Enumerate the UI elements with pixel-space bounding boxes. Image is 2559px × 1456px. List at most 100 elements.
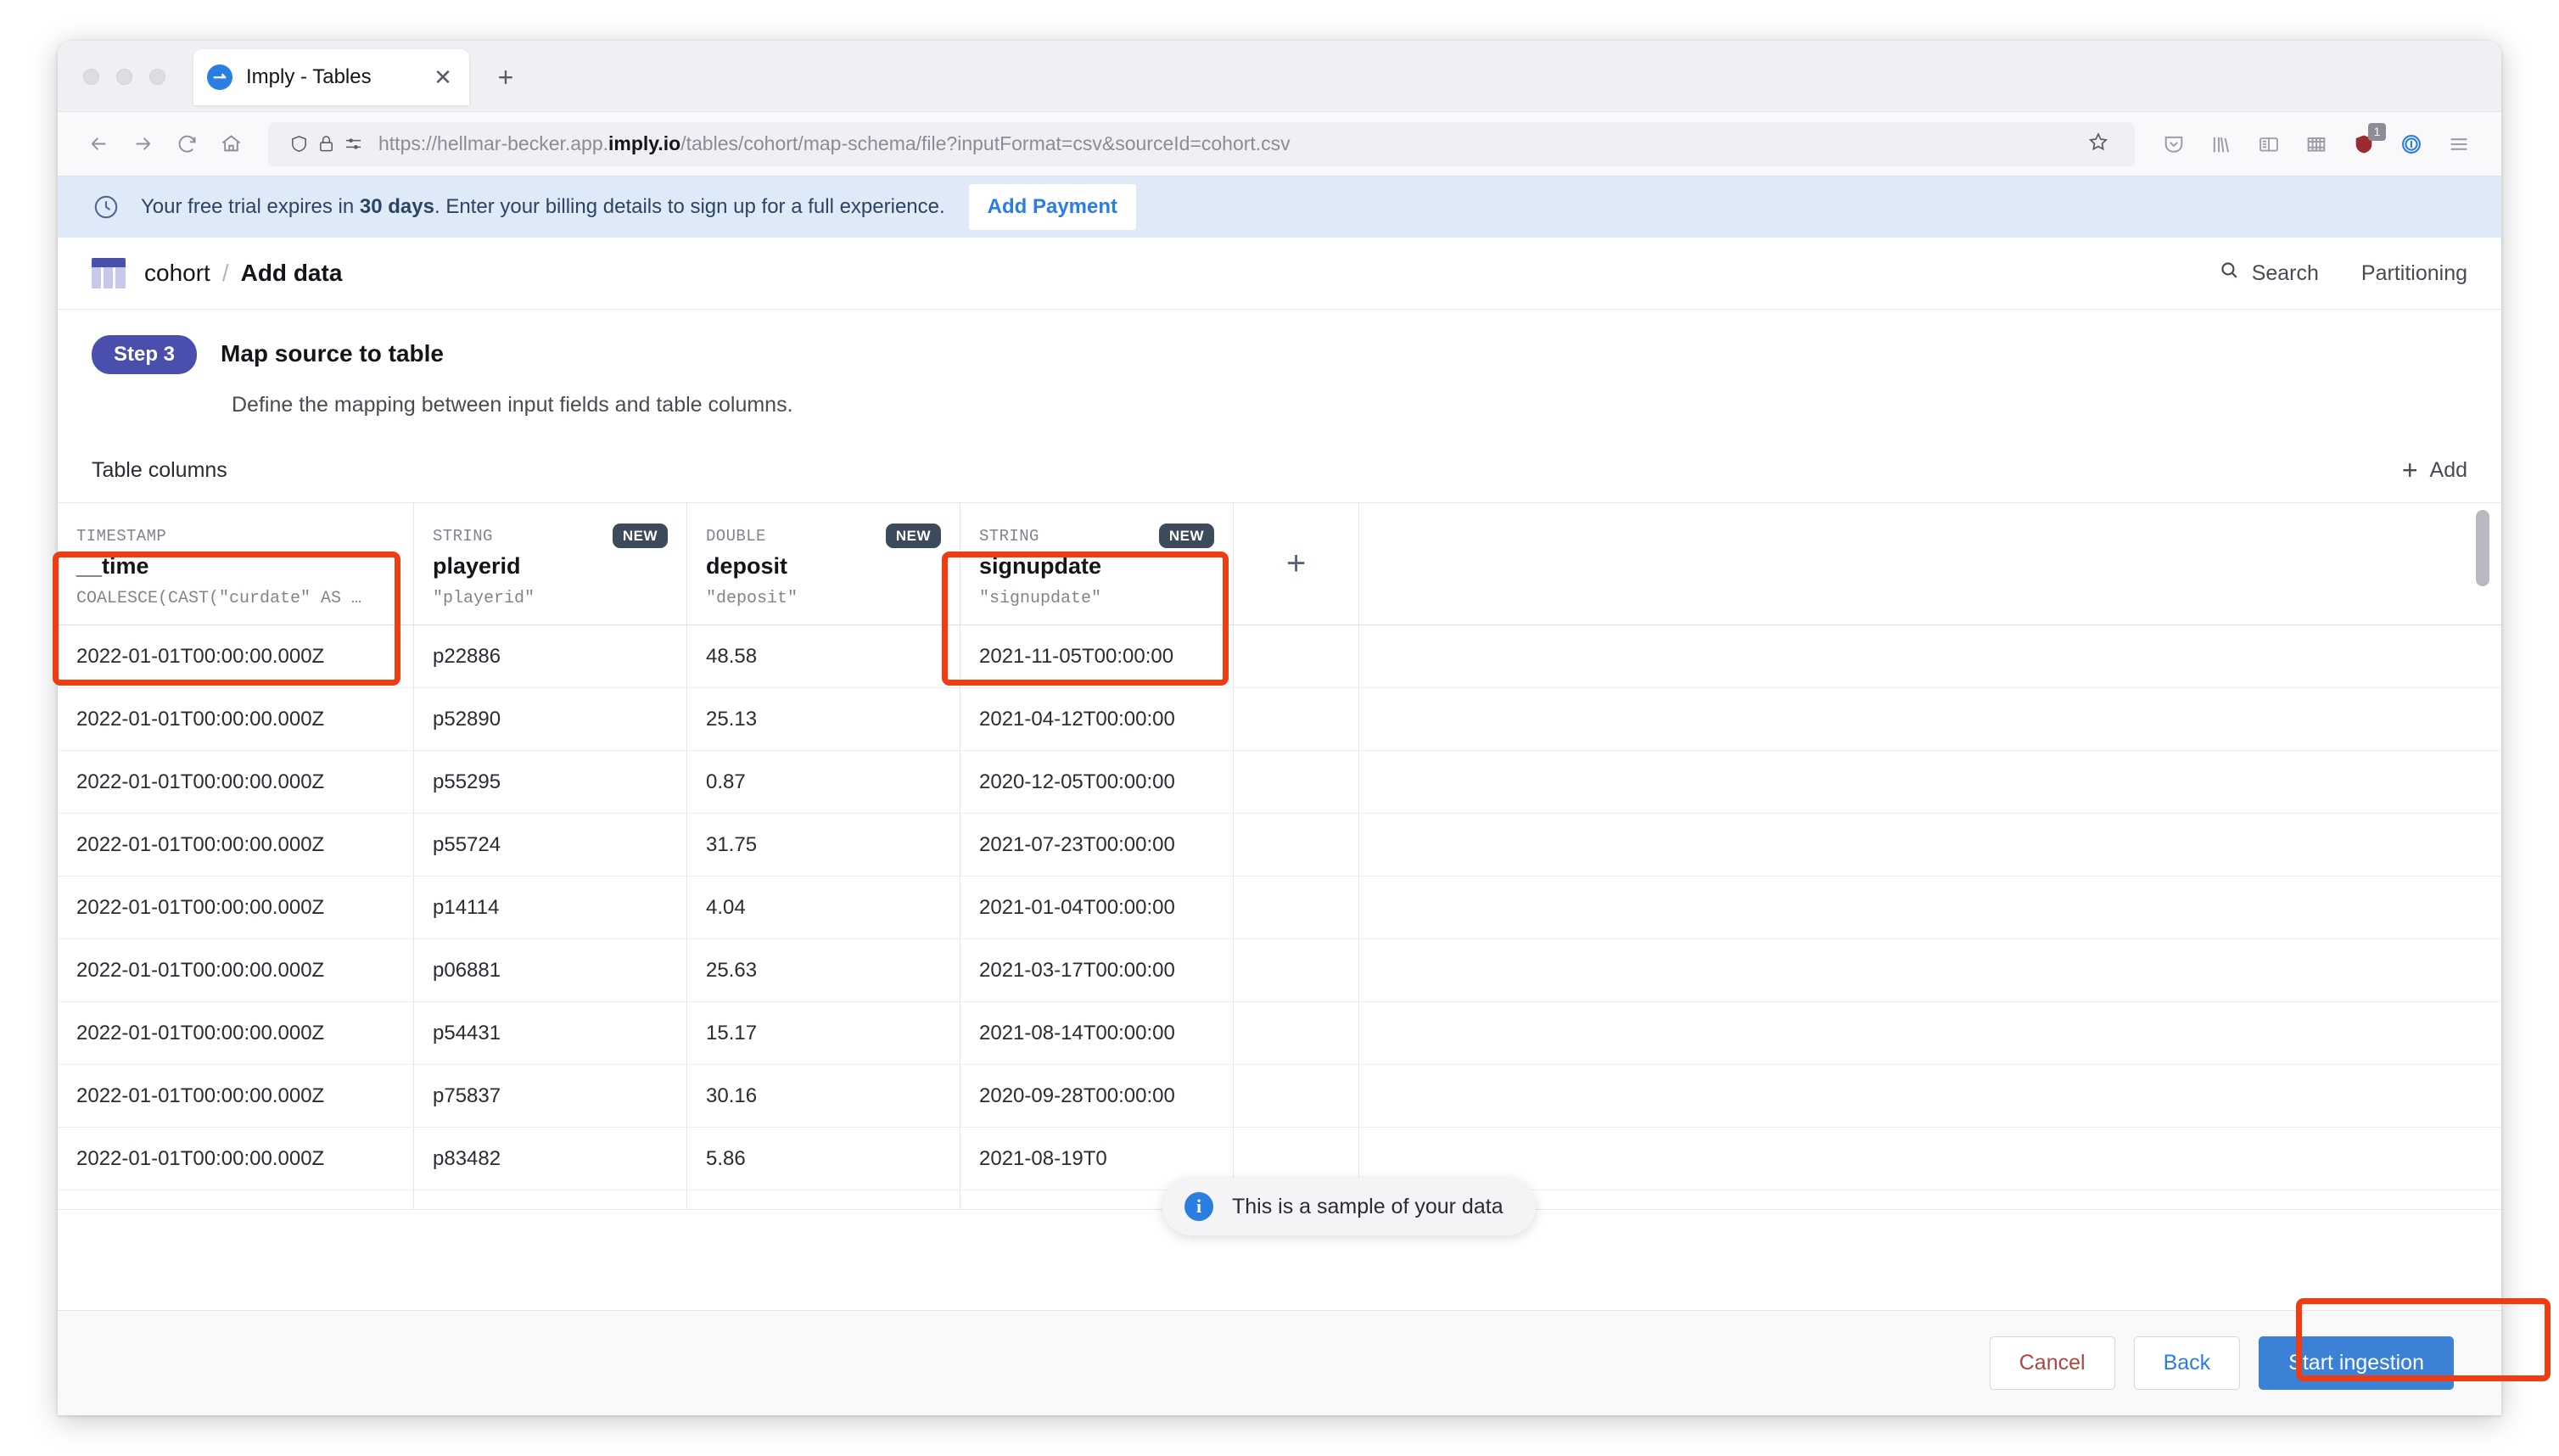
pocket-icon[interactable] xyxy=(2150,122,2198,166)
password-manager-icon[interactable] xyxy=(2388,122,2435,166)
cell-empty xyxy=(1359,939,2484,1001)
home-icon[interactable] xyxy=(209,122,253,166)
cell-deposit: 25.63 xyxy=(687,939,960,1001)
permissions-icon[interactable] xyxy=(339,134,367,154)
url-host: imply.io xyxy=(608,132,680,154)
vertical-scrollbar[interactable] xyxy=(2476,510,2489,1204)
lock-icon[interactable] xyxy=(312,134,339,154)
maximize-window-button[interactable] xyxy=(149,69,165,85)
cell-spacer xyxy=(1234,1002,1359,1064)
cell-spacer xyxy=(1234,1065,1359,1127)
bookmark-star-icon[interactable] xyxy=(2079,131,2118,157)
table-row[interactable]: 2022-01-01T00:00:00.000Z p52890 25.13 20… xyxy=(58,688,2501,751)
back-arrow-icon[interactable] xyxy=(76,122,120,166)
column-expression: COALESCE(CAST("curdate" AS … xyxy=(76,589,395,608)
url-suffix: /tables/cohort/map-schema/file?inputForm… xyxy=(680,132,1290,154)
breadcrumb-separator: / xyxy=(222,260,229,287)
table-row[interactable]: 2022-01-01T00:00:00.000Z p14114 4.04 202… xyxy=(58,876,2501,939)
cell-signupdate: 2021-04-12T00:00:00 xyxy=(960,688,1234,750)
cell-time: 2022-01-01T00:00:00.000Z xyxy=(58,688,414,750)
back-button[interactable]: Back xyxy=(2134,1336,2241,1390)
cell-signupdate: 2020-12-05T00:00:00 xyxy=(960,751,1234,813)
cell-empty xyxy=(1359,814,2484,876)
tracking-shield-icon[interactable]: 1 xyxy=(2340,122,2388,166)
add-payment-button[interactable]: Add Payment xyxy=(969,184,1136,230)
breadcrumb-current: Add data xyxy=(241,260,343,287)
vertical-scrollbar-thumb[interactable] xyxy=(2476,510,2489,586)
start-ingestion-button[interactable]: Start ingestion xyxy=(2259,1336,2454,1390)
cell-signupdate: 2020-09-28T00:00:00 xyxy=(960,1065,1234,1127)
close-icon[interactable]: ✕ xyxy=(430,66,456,88)
search-icon xyxy=(2219,260,2240,287)
table-columns-bar: Table columns + Add xyxy=(58,450,2501,490)
cell-playerid: p52890 xyxy=(414,688,687,750)
browser-tab[interactable]: ⇀ Imply - Tables ✕ xyxy=(193,49,469,105)
cell-spacer xyxy=(1234,876,1359,938)
hamburger-menu-icon[interactable] xyxy=(2435,122,2483,166)
imply-logo-icon: ⇀ xyxy=(207,64,232,90)
cell-playerid: p14114 xyxy=(414,876,687,938)
new-tab-button[interactable]: + xyxy=(490,63,521,93)
data-grid: TIMESTAMP __time COALESCE(CAST("curdate"… xyxy=(58,503,2501,1209)
table-row[interactable]: 2022-01-01T00:00:00.000Z p75837 30.16 20… xyxy=(58,1065,2501,1128)
partitioning-label: Partitioning xyxy=(2361,261,2467,286)
shield-icon[interactable] xyxy=(285,134,312,154)
url-bar[interactable]: https://hellmar-becker.app.imply.io/tabl… xyxy=(268,122,2135,166)
add-column-grid-button[interactable]: + xyxy=(1234,503,1359,624)
search-label: Search xyxy=(2252,261,2319,286)
cell-empty xyxy=(1359,751,2484,813)
cell-playerid: p75837 xyxy=(414,1065,687,1127)
cell-playerid: p54431 xyxy=(414,1002,687,1064)
new-badge: NEW xyxy=(613,524,668,548)
step-subtitle: Define the mapping between input fields … xyxy=(232,393,2467,417)
minimize-window-button[interactable] xyxy=(116,69,132,85)
cell-spacer xyxy=(1234,625,1359,687)
breadcrumb-root[interactable]: cohort xyxy=(144,260,210,287)
browser-window: ⇀ Imply - Tables ✕ + xyxy=(58,41,2501,1415)
window-traffic-lights xyxy=(83,69,165,85)
cell-empty xyxy=(1359,625,2484,687)
cell-deposit: 0.87 xyxy=(687,751,960,813)
cell-empty xyxy=(1359,1065,2484,1127)
column-header-playerid[interactable]: STRING playerid "playerid" NEW xyxy=(414,503,687,624)
add-column-label: Add xyxy=(2430,458,2467,483)
cell-empty xyxy=(1359,688,2484,750)
column-expression: "signupdate" xyxy=(979,589,1214,608)
reader-view-icon[interactable] xyxy=(2245,122,2293,166)
cell-playerid: p55724 xyxy=(414,814,687,876)
partitioning-button[interactable]: Partitioning xyxy=(2361,261,2467,286)
cell-deposit: 4.04 xyxy=(687,876,960,938)
column-header-signupdate[interactable]: STRING signupdate "signupdate" NEW xyxy=(960,503,1234,624)
trial-notification-banner: Your free trial expires in 30 days. Ente… xyxy=(58,176,2501,238)
cell-spacer xyxy=(1234,688,1359,750)
cell-deposit: 25.13 xyxy=(687,688,960,750)
trial-days: 30 days xyxy=(360,195,434,218)
column-header-time[interactable]: TIMESTAMP __time COALESCE(CAST("curdate"… xyxy=(58,503,414,624)
forward-arrow-icon[interactable] xyxy=(120,122,165,166)
column-header-deposit[interactable]: DOUBLE deposit "deposit" NEW xyxy=(687,503,960,624)
table-row[interactable]: 2022-01-01T00:00:00.000Z p22886 48.58 20… xyxy=(58,625,2501,688)
cancel-button[interactable]: Cancel xyxy=(1990,1336,2115,1390)
table-row[interactable]: 2022-01-01T00:00:00.000Z p06881 25.63 20… xyxy=(58,939,2501,1002)
table-row[interactable]: 2022-01-01T00:00:00.000Z p55724 31.75 20… xyxy=(58,814,2501,876)
column-type: TIMESTAMP xyxy=(76,527,395,546)
cell-empty xyxy=(1359,1128,2484,1190)
vertical-tabs-icon[interactable] xyxy=(2293,122,2340,166)
search-button[interactable]: Search xyxy=(2219,260,2319,287)
table-row[interactable]: 2022-01-01T00:00:00.000Z p54431 15.17 20… xyxy=(58,1002,2501,1065)
grid-header-row: TIMESTAMP __time COALESCE(CAST("curdate"… xyxy=(58,503,2501,625)
reload-icon[interactable] xyxy=(165,122,209,166)
cell-playerid: p06881 xyxy=(414,939,687,1001)
url-text[interactable]: https://hellmar-becker.app.imply.io/tabl… xyxy=(378,132,2079,155)
cell-spacer xyxy=(1234,939,1359,1001)
tab-title: Imply - Tables xyxy=(246,65,430,89)
column-name: deposit xyxy=(706,553,941,580)
close-window-button[interactable] xyxy=(83,69,99,85)
column-name: signupdate xyxy=(979,553,1214,580)
library-icon[interactable] xyxy=(2198,122,2245,166)
cell-time: 2022-01-01T00:00:00.000Z xyxy=(58,1002,414,1064)
footer-actions: Cancel Back Start ingestion xyxy=(58,1310,2501,1415)
add-column-button[interactable]: + Add xyxy=(2402,456,2467,484)
table-row[interactable]: 2022-01-01T00:00:00.000Z p55295 0.87 202… xyxy=(58,751,2501,814)
cell-playerid: p83482 xyxy=(414,1128,687,1190)
